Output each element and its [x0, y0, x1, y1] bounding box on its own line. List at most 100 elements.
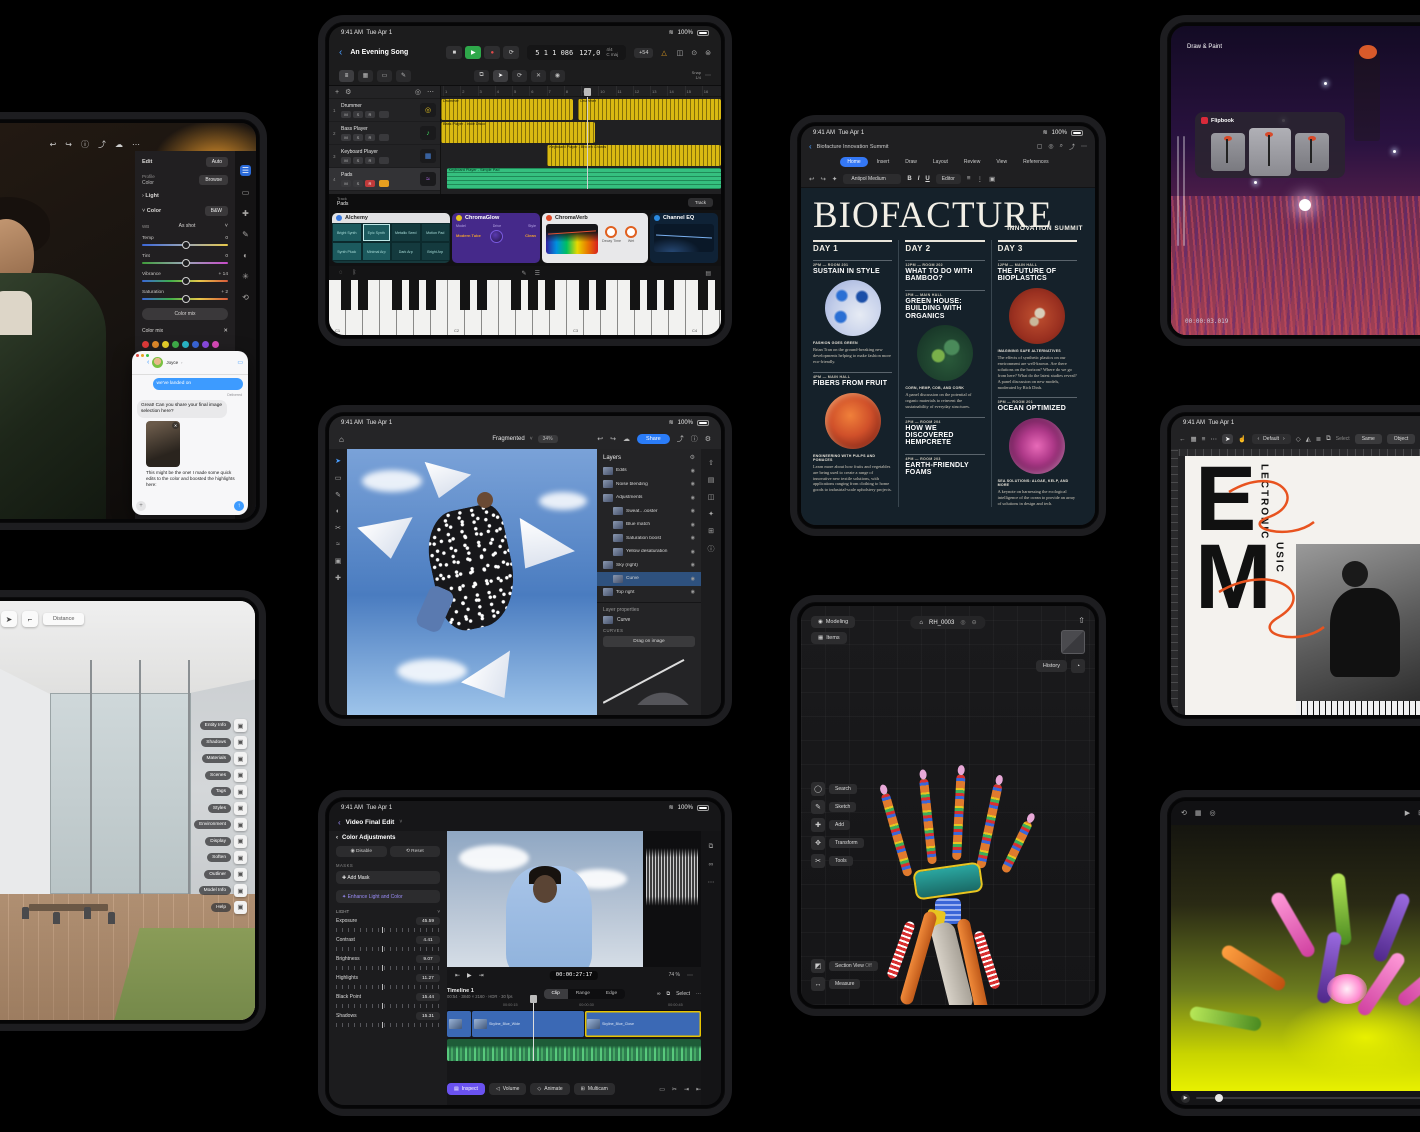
alchemy-plugin[interactable]: Alchemy Bright SynthEpic SynthMetallic S… [332, 213, 450, 263]
panel-button-icon[interactable]: ▣ [234, 719, 247, 732]
measure-icon[interactable]: ↔ [811, 977, 825, 991]
panel-button[interactable]: Shadows ▣ [201, 736, 247, 749]
tool-label[interactable]: Search [829, 784, 857, 794]
layers-icon[interactable]: ▤ [708, 476, 715, 484]
brush-tool-icon[interactable]: ✎ [335, 491, 341, 499]
disable-button[interactable]: ◉ Disable [336, 846, 387, 857]
italic-button[interactable]: I [918, 176, 920, 182]
masking-icon[interactable]: ◐ [243, 251, 248, 260]
add-attachment-button[interactable]: + [136, 501, 146, 511]
cursor-tool-icon[interactable]: ➤ [1222, 434, 1233, 444]
layers-tool-icon[interactable]: ⧉ [1326, 435, 1331, 443]
photo-canvas[interactable] [347, 449, 597, 715]
auto-button[interactable]: Auto [206, 157, 228, 167]
grid-icon[interactable]: ▦ [1195, 809, 1202, 817]
alchemy-preset[interactable]: Dark Arp [391, 242, 421, 261]
adjust-tool-icon[interactable]: ◐ [336, 508, 340, 515]
drag-on-image-button[interactable]: Drag on image [603, 636, 695, 647]
send-button[interactable]: ↑ [234, 501, 244, 511]
more-icon[interactable]: ⋯ [1210, 435, 1217, 443]
channeleq-plugin[interactable]: Channel EQ [650, 213, 718, 263]
measure-label[interactable]: Measure [829, 979, 860, 989]
panel-button-icon[interactable]: ▣ [234, 769, 247, 782]
solo-button[interactable]: S [353, 111, 363, 118]
record-enable-button[interactable]: R [365, 157, 375, 164]
photo-attachment[interactable]: ✕ [146, 421, 180, 467]
section-view-label[interactable]: Section View Off [829, 961, 878, 971]
wet-knob[interactable] [625, 226, 637, 238]
panel-button[interactable]: Display ▣ [205, 835, 247, 848]
ribbon-tab[interactable]: Layout [926, 157, 955, 167]
panel-button[interactable]: Soften ▣ [207, 851, 247, 864]
cut-tool-icon[interactable]: ✂ [335, 524, 341, 532]
stop-button[interactable]: ■ [446, 46, 462, 59]
add-track-icon[interactable]: + [335, 89, 339, 96]
image-icon[interactable]: ▣ [989, 175, 995, 183]
section-view-row[interactable]: ◩ Section View Off [811, 959, 878, 973]
layer-row[interactable]: Adjustments ◉ [597, 491, 701, 505]
pencil-view-icon[interactable]: ✎ [396, 70, 411, 82]
track-name[interactable]: Drummer [341, 103, 420, 109]
bw-button[interactable]: B&W [205, 206, 228, 216]
history-icon[interactable]: ⟲ [242, 293, 249, 302]
mute-button[interactable]: M [341, 180, 351, 187]
title-chevron-icon[interactable]: ˅ [399, 819, 402, 825]
split-tool-icon[interactable]: ✕ [531, 70, 546, 82]
layer-row[interactable]: Edits ◉ [597, 464, 701, 478]
frame-thumbnail[interactable] [1295, 133, 1329, 171]
layer-row[interactable]: Yellow desaturation ◉ [597, 545, 701, 559]
ribbon-tab[interactable]: Home [840, 157, 867, 167]
project-title[interactable]: Draw & Paint [1187, 44, 1222, 50]
timeline-tool-button[interactable]: ◇ Animate [530, 1083, 569, 1095]
document-pill[interactable]: ⌂ RH_0003 ◎ ⊖ [910, 616, 985, 629]
layer-visibility-icon[interactable]: ◉ [691, 535, 695, 541]
color-slider[interactable]: Contrast 4.41 [336, 936, 440, 951]
panel-button-icon[interactable]: ▣ [234, 835, 247, 848]
share-icon[interactable]: ⤴ [1069, 142, 1075, 151]
plugin-power-icon[interactable] [546, 215, 552, 221]
browse-button[interactable]: Browse [199, 175, 228, 185]
color-slider[interactable]: Exposure 45.59 [336, 917, 440, 932]
color-slider[interactable]: Shadows 15.31 [336, 1012, 440, 1027]
split-icon[interactable]: ✂ [672, 1086, 677, 1093]
panel-button[interactable]: Materials ▣ [202, 752, 247, 765]
add-tool-icon[interactable]: ✚ [335, 574, 341, 582]
editor-button[interactable]: Editor [936, 174, 961, 184]
export-icon[interactable]: ⇧ [708, 459, 714, 467]
back-icon[interactable]: ‹ [147, 359, 149, 366]
timeline-tool-button[interactable]: ⊞ Multicam [574, 1083, 615, 1095]
layer-visibility-icon[interactable]: ◉ [691, 508, 695, 514]
brush-icon[interactable]: ✎ [242, 230, 249, 239]
light-chevron-icon[interactable]: ˅ [437, 909, 440, 914]
wb-value[interactable]: As shot [179, 223, 196, 229]
undo-icon[interactable]: ⟲ [1181, 809, 1187, 817]
color-section[interactable]: Color [147, 208, 161, 214]
grid-view-icon[interactable]: ▦ [358, 70, 373, 82]
draft-text[interactable]: This might be the one! I made some quick… [146, 470, 242, 488]
midi-region[interactable]: Bass Player - Indie Disco [441, 122, 595, 143]
record-enable-button[interactable]: R [365, 180, 375, 187]
alchemy-preset[interactable]: Bright Arp [421, 242, 451, 261]
panel-button-icon[interactable]: ▣ [234, 901, 247, 914]
slider-value[interactable]: 9.07 [416, 955, 440, 963]
enhance-button[interactable]: ✦ Enhance Light and Color [336, 890, 440, 903]
info-icon[interactable]: ⊙ [691, 49, 697, 57]
video-clip[interactable]: Skyline_Blue_Wide [472, 1011, 584, 1037]
panel-button[interactable]: Environment ▣ [194, 818, 247, 831]
chromaverb-plugin[interactable]: ChromaVerb Decay Time Wet [542, 213, 648, 263]
layers-settings-icon[interactable]: ⚙ [690, 454, 695, 461]
tool-icon[interactable]: ✥ [811, 836, 825, 850]
track-header-row[interactable]: 2 Bass Player M S R ♪ [329, 122, 440, 145]
slider-value[interactable]: 15.31 [416, 1012, 440, 1020]
layer-name[interactable]: Curve [626, 576, 688, 581]
effects-icon[interactable]: ✦ [708, 510, 714, 518]
layer-name[interactable]: Top right [616, 590, 688, 595]
panel-button-label[interactable]: Environment [194, 820, 231, 829]
layer-name[interactable]: Sky (right) [616, 563, 688, 568]
tool-icon[interactable]: ✂ [811, 854, 825, 868]
layer-name[interactable]: Noise blending [616, 482, 688, 487]
alchemy-preset[interactable]: Metallic Seed [391, 223, 421, 242]
loop-tool-icon[interactable]: ⟳ [512, 70, 527, 82]
slider-value[interactable]: 4.41 [416, 936, 440, 944]
record-button[interactable]: ● [484, 46, 500, 59]
